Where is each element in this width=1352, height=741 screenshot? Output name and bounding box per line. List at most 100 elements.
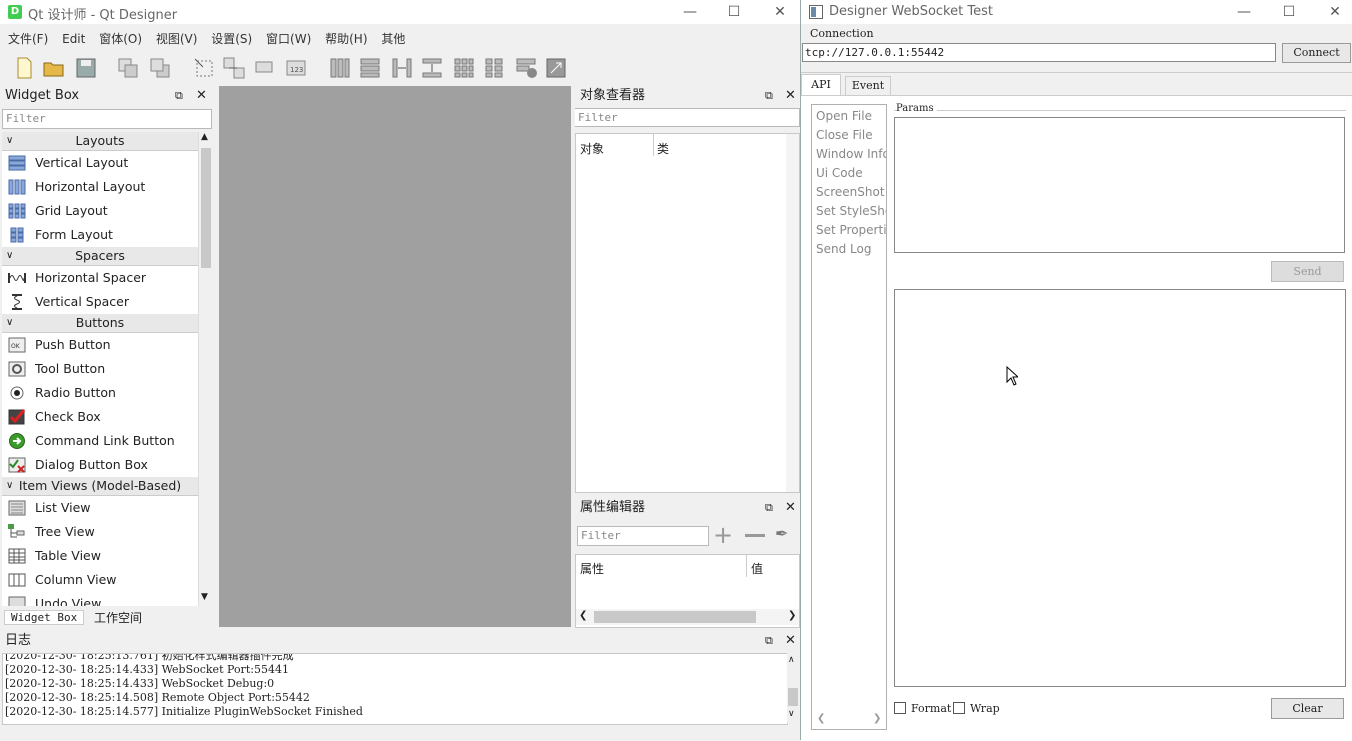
- open-folder-icon[interactable]: [42, 56, 66, 80]
- save-icon[interactable]: [74, 56, 98, 80]
- widget-filter-input[interactable]: Filter: [2, 109, 212, 129]
- object-tree-scrollbar[interactable]: [786, 134, 799, 492]
- url-input[interactable]: tcp://127.0.0.1:55442: [802, 43, 1276, 62]
- send-button[interactable]: Send: [1271, 261, 1344, 282]
- response-output[interactable]: [894, 289, 1346, 687]
- params-textarea[interactable]: [894, 117, 1345, 253]
- widget-tool-button[interactable]: Tool Button: [2, 357, 198, 381]
- log-output[interactable]: [2020-12-30- 18:25:13.761] 初始化样式编辑器插件完成 …: [2, 653, 788, 725]
- form-editor-area[interactable]: [219, 86, 571, 627]
- scroll-left-icon[interactable]: ❮: [817, 713, 825, 724]
- api-item-window-info[interactable]: Window Info: [816, 145, 886, 164]
- add-property-icon[interactable]: +: [713, 523, 733, 547]
- minimize-icon[interactable]: —: [678, 3, 702, 21]
- layout-splitter-v-icon[interactable]: [420, 56, 444, 80]
- scroll-left-icon[interactable]: ❮: [579, 610, 587, 621]
- float-icon[interactable]: ⧉: [765, 498, 773, 518]
- column-header-property[interactable]: 属性: [580, 560, 604, 577]
- widget-form-layout[interactable]: Form Layout: [2, 223, 198, 247]
- tab-workspace[interactable]: 工作空间: [94, 609, 142, 626]
- layout-grid-icon[interactable]: [452, 56, 476, 80]
- scroll-up-icon[interactable]: ▲: [201, 132, 208, 142]
- column-header-object[interactable]: 对象: [580, 140, 604, 157]
- new-file-icon[interactable]: [12, 56, 36, 80]
- connect-button[interactable]: Connect: [1282, 43, 1351, 63]
- close-dock-icon[interactable]: ✕: [785, 498, 796, 518]
- scrollbar-thumb[interactable]: [201, 148, 211, 268]
- float-icon[interactable]: ⧉: [765, 631, 773, 651]
- menu-help[interactable]: 帮助(H): [320, 28, 372, 50]
- float-icon[interactable]: ⧉: [175, 86, 183, 106]
- widget-radio-button[interactable]: Radio Button: [2, 381, 198, 405]
- edit-widgets-icon[interactable]: [192, 56, 216, 80]
- api-item-close-file[interactable]: Close File: [816, 126, 886, 145]
- close-icon[interactable]: ✕: [768, 3, 792, 21]
- widget-vertical-spacer[interactable]: Vertical Spacer: [2, 290, 198, 314]
- scrollbar-thumb[interactable]: [594, 611, 756, 623]
- category-layouts[interactable]: ∨ Layouts: [2, 132, 198, 151]
- configure-icon[interactable]: ✒: [775, 524, 788, 543]
- layout-form-icon[interactable]: [482, 56, 506, 80]
- tab-event[interactable]: Event: [845, 76, 891, 95]
- api-item-set-stylesheet[interactable]: Set StyleSheet: [816, 202, 886, 221]
- layout-splitter-h-icon[interactable]: [390, 56, 414, 80]
- property-table[interactable]: 属性 值 ❮ ❯: [575, 554, 800, 628]
- widget-grid-layout[interactable]: Grid Layout: [2, 199, 198, 223]
- widget-horizontal-spacer[interactable]: Horizontal Spacer: [2, 266, 198, 290]
- widget-undo-view[interactable]: Undo View: [2, 592, 198, 606]
- break-layout-icon[interactable]: [514, 56, 538, 80]
- edit-buddies-icon[interactable]: [252, 56, 276, 80]
- menu-edit[interactable]: Edit: [57, 28, 90, 50]
- widget-tree-view[interactable]: Tree View: [2, 520, 198, 544]
- adjust-size-icon[interactable]: [544, 56, 568, 80]
- widget-list-scrollbar[interactable]: ▲ ▼: [198, 132, 213, 606]
- clear-button[interactable]: Clear: [1271, 698, 1344, 719]
- maximize-icon[interactable]: ☐: [1277, 3, 1301, 21]
- widget-push-button[interactable]: OK Push Button: [2, 333, 198, 357]
- menu-file[interactable]: 文件(F): [3, 28, 53, 50]
- send-to-back-icon[interactable]: [116, 56, 140, 80]
- edit-signals-icon[interactable]: [222, 56, 246, 80]
- scrollbar-thumb[interactable]: [788, 688, 798, 706]
- api-item-send-log[interactable]: Send Log: [816, 240, 886, 259]
- layout-horizontal-icon[interactable]: [328, 56, 352, 80]
- tab-api[interactable]: API: [801, 74, 841, 96]
- format-checkbox[interactable]: [894, 702, 906, 714]
- widget-column-view[interactable]: Column View: [2, 568, 198, 592]
- layout-vertical-icon[interactable]: [358, 56, 382, 80]
- column-header-value[interactable]: 值: [751, 560, 763, 577]
- widget-horizontal-layout[interactable]: Horizontal Layout: [2, 175, 198, 199]
- menu-view[interactable]: 视图(V): [151, 28, 203, 50]
- widget-vertical-layout[interactable]: Vertical Layout: [2, 151, 198, 175]
- scroll-right-icon[interactable]: ❯: [873, 713, 881, 724]
- menu-other[interactable]: 其他: [376, 28, 410, 50]
- scroll-right-icon[interactable]: ❯: [788, 610, 796, 621]
- wrap-checkbox[interactable]: [953, 702, 965, 714]
- api-item-open-file[interactable]: Open File: [816, 107, 886, 126]
- column-header-class[interactable]: 类: [657, 140, 669, 157]
- property-hscrollbar[interactable]: ❮ ❯: [576, 609, 799, 625]
- menu-settings[interactable]: 设置(S): [206, 28, 257, 50]
- property-filter-input[interactable]: Filter: [577, 526, 709, 546]
- close-dock-icon[interactable]: ✕: [196, 86, 207, 106]
- edit-tab-order-icon[interactable]: 123: [284, 56, 308, 80]
- float-icon[interactable]: ⧉: [765, 86, 773, 106]
- api-item-ui-code[interactable]: Ui Code: [816, 164, 886, 183]
- menu-form[interactable]: 窗体(O): [94, 28, 147, 50]
- log-scrollbar[interactable]: ∧ ∨: [787, 653, 799, 723]
- widget-check-box[interactable]: Check Box: [2, 405, 198, 429]
- scroll-up-icon[interactable]: ∧: [788, 655, 795, 665]
- scroll-down-icon[interactable]: ∨: [788, 709, 795, 719]
- remove-property-icon[interactable]: [745, 534, 765, 537]
- scroll-down-icon[interactable]: ▼: [201, 592, 208, 602]
- category-buttons[interactable]: ∨ Buttons: [2, 314, 198, 333]
- maximize-icon[interactable]: ☐: [722, 3, 746, 21]
- widget-command-link-button[interactable]: Command Link Button: [2, 429, 198, 453]
- category-item-views[interactable]: ∨ Item Views (Model-Based): [2, 477, 198, 496]
- widget-list-view[interactable]: List View: [2, 496, 198, 520]
- api-item-set-properties[interactable]: Set Properties: [816, 221, 886, 240]
- tab-widget-box[interactable]: Widget Box: [4, 610, 85, 625]
- menu-window[interactable]: 窗口(W): [261, 28, 316, 50]
- minimize-icon[interactable]: —: [1232, 3, 1256, 21]
- close-icon[interactable]: ✕: [1323, 3, 1347, 21]
